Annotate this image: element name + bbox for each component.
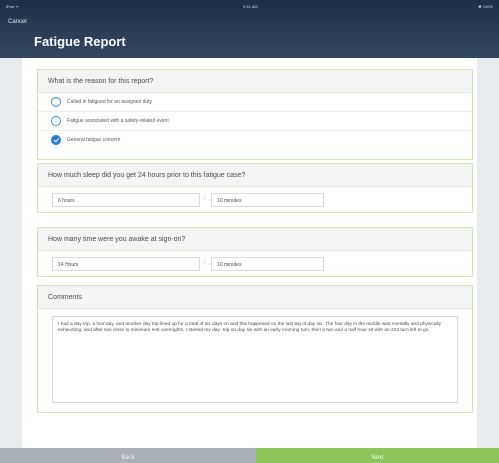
reason-card: What is the reason for this report? Call… — [37, 69, 473, 160]
awake-card: How many time were you awake at sign-on?… — [37, 227, 473, 277]
footer-bar: Back Next — [0, 448, 499, 463]
reason-option-1[interactable]: Fatigue associated with a safety-related… — [38, 112, 472, 131]
reason-question: What is the reason for this report? — [38, 70, 472, 93]
comments-textarea[interactable]: I had a day trip, a four day, and anothe… — [52, 316, 458, 403]
comments-label: Comments — [38, 286, 472, 309]
sleep-inputs: 6 hours : 10 minutes — [38, 187, 472, 212]
back-button[interactable]: Back — [0, 448, 256, 463]
sleep-hours-field[interactable]: 6 hours — [52, 193, 200, 207]
page-title: Fatigue Report — [34, 34, 126, 49]
colon-separator: : — [204, 260, 206, 266]
comments-card: Comments I had a day trip, a four day, a… — [37, 285, 473, 413]
checkmark-icon — [53, 136, 60, 143]
app-header: iPad ᯤ 9:41 AM ✱ 100% Cancel Fatigue Rep… — [0, 0, 499, 58]
radio-unchecked-icon[interactable] — [51, 116, 61, 126]
radio-checked-icon[interactable] — [51, 135, 61, 145]
reason-option-0[interactable]: Called in fatigued for an assigned duty — [38, 93, 472, 112]
reason-option-label: Fatigue associated with a safety-related… — [67, 118, 169, 124]
awake-inputs: 14 Hours : 10 minutes — [38, 251, 472, 276]
reason-option-2[interactable]: General fatigue concern — [38, 131, 472, 150]
status-time: 9:41 AM — [243, 4, 258, 9]
reason-option-label: Called in fatigued for an assigned duty — [67, 99, 153, 105]
radio-unchecked-icon[interactable] — [51, 97, 61, 107]
next-button[interactable]: Next — [256, 448, 499, 463]
sleep-minutes-field[interactable]: 10 minutes — [211, 193, 324, 207]
status-bar: iPad ᯤ 9:41 AM ✱ 100% — [0, 4, 499, 12]
sleep-question: How much sleep did you get 24 hours prio… — [38, 164, 472, 187]
awake-minutes-field[interactable]: 10 minutes — [211, 257, 324, 271]
colon-separator: : — [204, 196, 206, 202]
status-battery: ✱ 100% — [478, 4, 493, 9]
status-carrier: iPad ᯤ — [6, 4, 19, 9]
cancel-button[interactable]: Cancel — [8, 19, 27, 25]
reason-option-label: General fatigue concern — [67, 137, 121, 143]
awake-hours-field[interactable]: 14 Hours — [52, 257, 200, 271]
sleep-card: How much sleep did you get 24 hours prio… — [37, 163, 473, 213]
awake-question: How many time were you awake at sign-on? — [38, 228, 472, 251]
